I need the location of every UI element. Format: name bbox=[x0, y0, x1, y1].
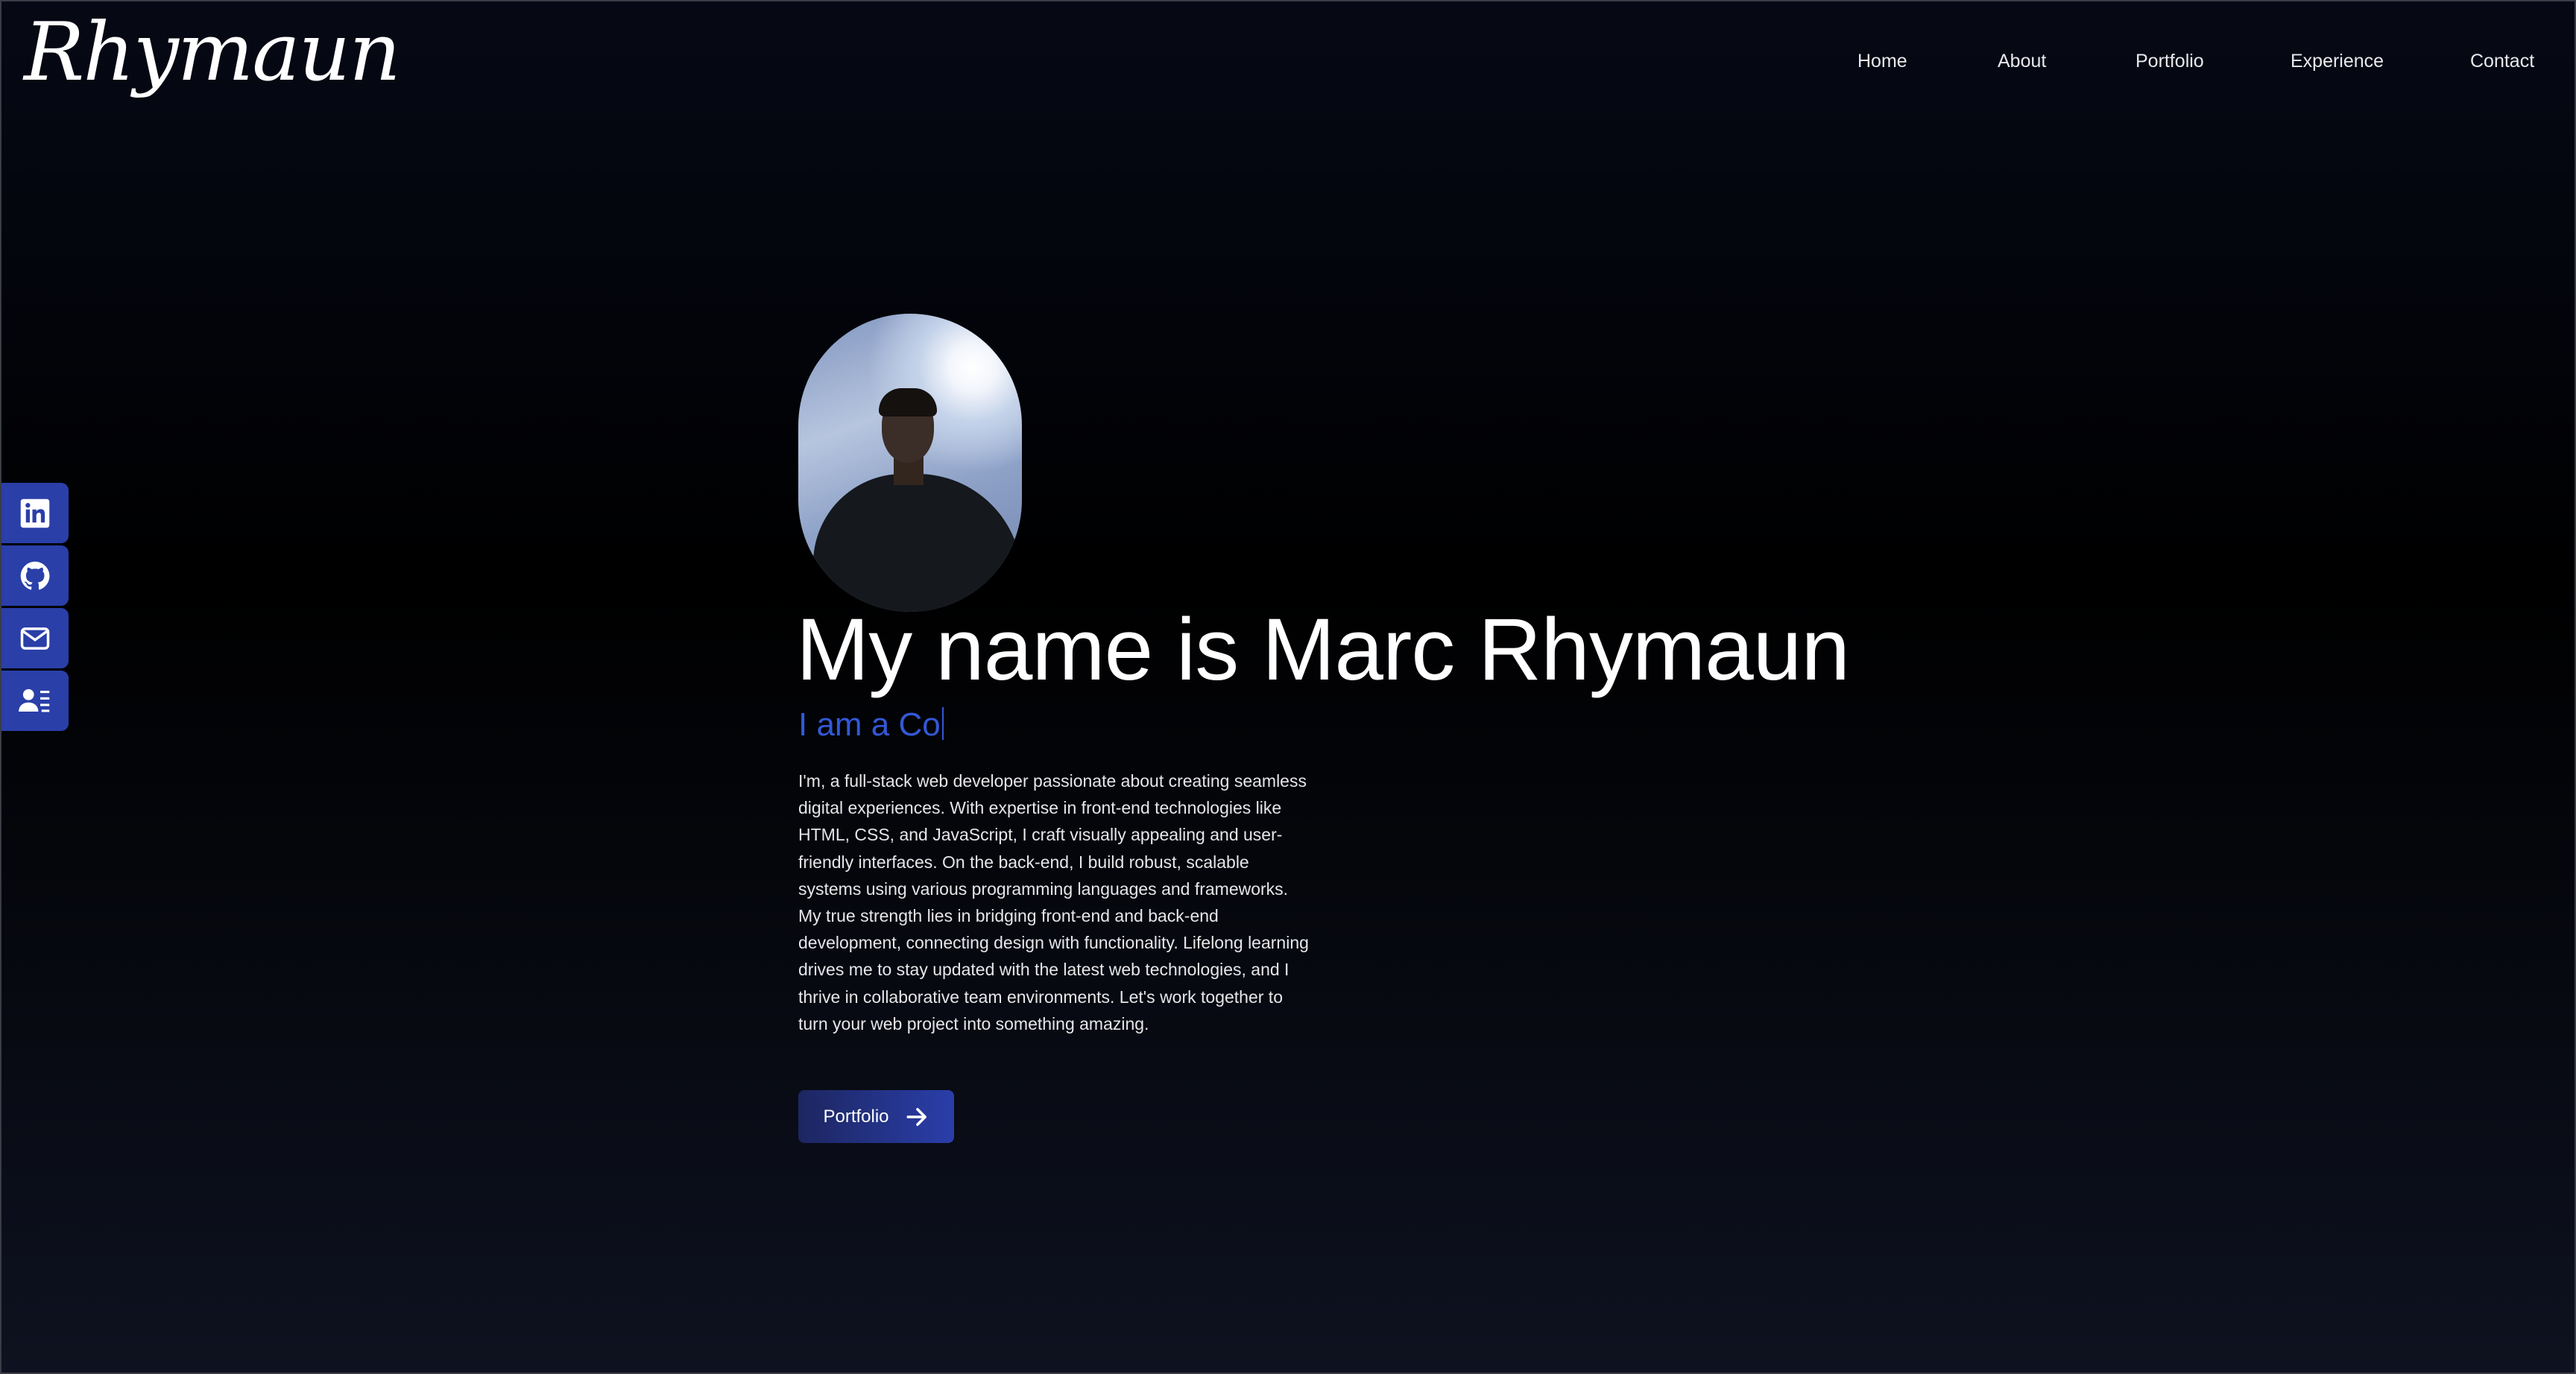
github-icon bbox=[20, 561, 50, 589]
portfolio-button[interactable]: Portfolio bbox=[798, 1090, 954, 1143]
mail-icon bbox=[20, 627, 50, 650]
github-link[interactable] bbox=[1, 545, 69, 606]
social-sidebar bbox=[1, 483, 69, 733]
email-link[interactable] bbox=[1, 608, 69, 668]
typed-role: I am a Co bbox=[798, 706, 944, 744]
contact-card-icon bbox=[19, 688, 50, 712]
typed-text: I am a Co bbox=[798, 706, 941, 743]
nav-about[interactable]: About bbox=[1998, 51, 2046, 72]
nav-home[interactable]: Home bbox=[1857, 51, 1907, 72]
nav-portfolio[interactable]: Portfolio bbox=[2135, 51, 2204, 72]
linkedin-icon bbox=[20, 498, 50, 528]
hero-title: My name is Marc Rhymaun bbox=[796, 601, 1850, 699]
linkedin-link[interactable] bbox=[1, 483, 69, 543]
hero-bio: I'm, a full-stack web developer passiona… bbox=[798, 771, 1309, 1033]
nav-contact[interactable]: Contact bbox=[2470, 51, 2534, 72]
nav-experience[interactable]: Experience bbox=[2291, 51, 2384, 72]
main-nav: Home About Portfolio Experience Contact bbox=[1, 51, 2575, 80]
arrow-right-icon bbox=[906, 1107, 926, 1126]
resume-link[interactable] bbox=[1, 671, 69, 731]
portfolio-button-label: Portfolio bbox=[823, 1106, 889, 1127]
typing-caret bbox=[941, 707, 944, 740]
profile-photo bbox=[798, 314, 1022, 612]
